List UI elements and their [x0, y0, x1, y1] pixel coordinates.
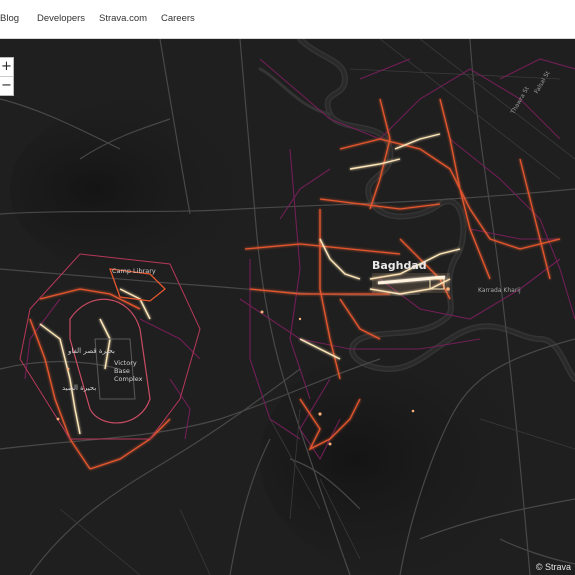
victory-base-label: Victory Base Complex	[114, 359, 143, 383]
city-center-hotspot	[372, 273, 450, 293]
nav-link-strava[interactable]: Strava.com	[99, 13, 147, 24]
heatmap-canvas[interactable]: Baghdad Camp Library Victory Base Comple…	[0, 39, 575, 575]
zoom-out-button[interactable]: −	[0, 76, 13, 95]
attribution: © Strava	[535, 562, 571, 572]
zoom-control: + −	[0, 57, 14, 96]
zoom-in-button[interactable]: +	[0, 58, 13, 76]
lake-label-2: بحيرة الصيد	[62, 384, 97, 392]
nav-link-blog[interactable]: Blog	[0, 13, 19, 24]
city-label: Baghdad	[372, 259, 427, 272]
lake-label-1: بحيرة قصر الفاو	[68, 347, 115, 355]
top-navigation: Blog Developers Strava.com Careers	[0, 0, 575, 39]
terrain-shade	[260, 339, 575, 575]
heatmap-svg	[0, 39, 575, 575]
nav-link-careers[interactable]: Careers	[161, 13, 195, 24]
nav-link-developers[interactable]: Developers	[37, 13, 85, 24]
district-label: Karrada Kharij	[478, 287, 521, 294]
camp-library-label: Camp Library	[112, 267, 156, 275]
